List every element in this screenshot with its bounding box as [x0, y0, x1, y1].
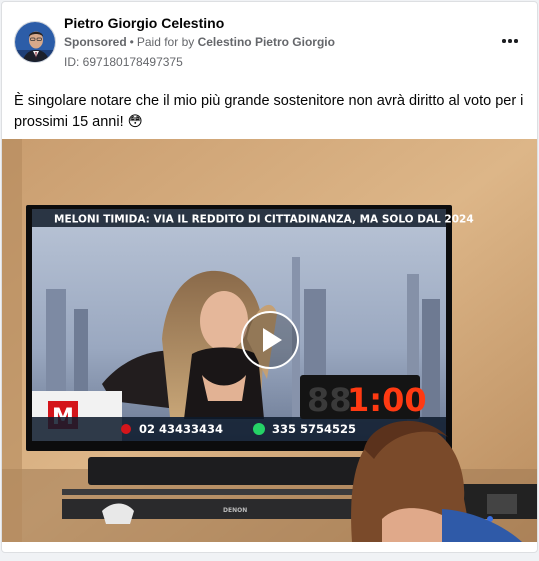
author-avatar[interactable] — [14, 21, 56, 63]
sponsored-post-card: Pietro Giorgio Celestino Sponsored • Paid … — [1, 1, 538, 553]
tv-headline: MELONI TIMIDA: VIA IL REDDITO DI CITTADI… — [54, 214, 474, 226]
author-name[interactable]: Pietro Giorgio Celestino — [64, 15, 224, 31]
soundbar-brand: DENON — [223, 507, 247, 514]
play-icon — [263, 328, 282, 352]
avatar-photo — [15, 22, 55, 62]
sponsored-label[interactable]: Sponsored — [64, 35, 127, 49]
separator-dot: • — [129, 35, 134, 49]
phone-number: 02 43433434 — [139, 422, 223, 436]
svg-text:88: 88 — [307, 381, 352, 419]
post-header: Pietro Giorgio Celestino Sponsored • Paid … — [2, 2, 537, 82]
more-options-icon — [502, 39, 518, 43]
payer-name[interactable]: Celestino Pietro Giorgio — [198, 35, 335, 49]
video-player[interactable]: MELONI TIMIDA: VIA IL REDDITO DI CITTADI… — [2, 139, 537, 542]
studio-clock: 1:00 — [347, 381, 427, 419]
ad-id: ID: 697180178497375 — [64, 55, 183, 69]
whatsapp-number: 335 5754525 — [272, 422, 356, 436]
more-options-button[interactable] — [497, 30, 523, 52]
post-body-text: È singolare notare che il mio più grande… — [14, 93, 524, 130]
sponsorship-line: Sponsored • Paid for by Celestino Pietro G… — [64, 35, 335, 49]
paid-for-prefix: Paid for by — [136, 35, 195, 49]
play-button[interactable] — [241, 311, 299, 369]
